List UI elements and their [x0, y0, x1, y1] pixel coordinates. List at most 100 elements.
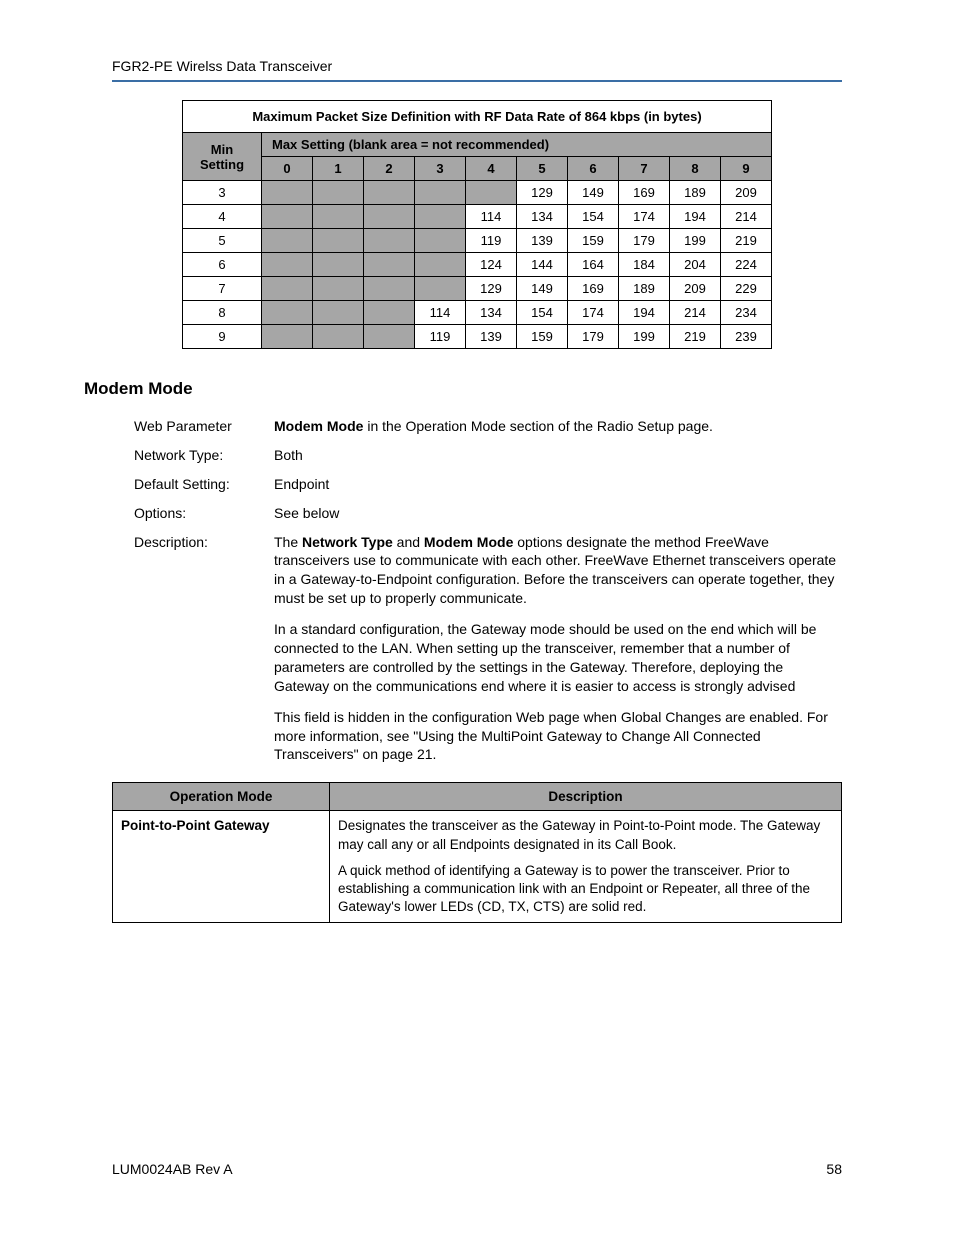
table-cell: 214 [721, 205, 772, 229]
opmode-desc-p1: Designates the transceiver as the Gatewa… [338, 817, 833, 853]
col-9: 9 [721, 157, 772, 181]
col-4: 4 [466, 157, 517, 181]
table-cell [262, 205, 313, 229]
table-cell [313, 205, 364, 229]
col-3: 3 [415, 157, 466, 181]
table-cell [262, 277, 313, 301]
table-rowlabel: 5 [183, 229, 262, 253]
table-cell: 139 [517, 229, 568, 253]
table-cell [262, 229, 313, 253]
opmode-row-desc: Designates the transceiver as the Gatewa… [330, 811, 842, 923]
table-cell: 129 [517, 181, 568, 205]
col-1: 1 [313, 157, 364, 181]
col-0: 0 [262, 157, 313, 181]
doc-header: FGR2-PE Wirelss Data Transceiver [112, 58, 842, 74]
table-cell: 199 [670, 229, 721, 253]
label-network-type: Network Type: [134, 446, 274, 465]
table-cell: 119 [415, 325, 466, 349]
table-cell: 189 [670, 181, 721, 205]
header-rule [112, 80, 842, 82]
desc-p1-b1: Network Type [302, 534, 393, 550]
table-cell: 209 [721, 181, 772, 205]
table-cell: 149 [517, 277, 568, 301]
table-cell [466, 181, 517, 205]
desc-p1-pre: The [274, 534, 302, 550]
table-rowlabel: 6 [183, 253, 262, 277]
table-cell [364, 229, 415, 253]
table-cell [313, 277, 364, 301]
table-cell: 169 [619, 181, 670, 205]
table-cell: 169 [568, 277, 619, 301]
table-cell: 114 [466, 205, 517, 229]
opmode-desc-p2: A quick method of identifying a Gateway … [338, 862, 833, 917]
opmode-row-mode: Point-to-Point Gateway [113, 811, 330, 923]
table-cell [364, 205, 415, 229]
table-cell: 159 [568, 229, 619, 253]
table-cell: 154 [517, 301, 568, 325]
table-rowlabel: 9 [183, 325, 262, 349]
desc-p3: This field is hidden in the configuratio… [274, 708, 842, 765]
table-cell [313, 325, 364, 349]
table-cell [415, 253, 466, 277]
table-cell [313, 301, 364, 325]
table-cell: 239 [721, 325, 772, 349]
table-cell: 154 [568, 205, 619, 229]
table-cell: 174 [619, 205, 670, 229]
table-cell: 234 [721, 301, 772, 325]
table-cell: 194 [670, 205, 721, 229]
operation-mode-table: Operation Mode Description Point-to-Poin… [112, 782, 842, 923]
table-cell: 209 [670, 277, 721, 301]
label-description: Description: [134, 533, 274, 765]
table-cell [262, 253, 313, 277]
min-setting-header: Min Setting [183, 133, 262, 181]
value-network-type: Both [274, 446, 842, 465]
table-cell: 204 [670, 253, 721, 277]
web-parameter-rest: in the Operation Mode section of the Rad… [363, 418, 712, 434]
opmode-header-mode: Operation Mode [113, 783, 330, 811]
table-cell: 184 [619, 253, 670, 277]
label-web-parameter: Web Parameter [134, 417, 274, 436]
table-cell: 179 [619, 229, 670, 253]
table-cell: 144 [517, 253, 568, 277]
table-cell: 129 [466, 277, 517, 301]
table-rowlabel: 8 [183, 301, 262, 325]
section-heading-modem-mode: Modem Mode [84, 379, 842, 399]
packet-table-title: Maximum Packet Size Definition with RF D… [183, 101, 772, 133]
table-cell [415, 181, 466, 205]
table-cell: 134 [517, 205, 568, 229]
opmode-header-desc: Description [330, 783, 842, 811]
table-cell: 219 [670, 325, 721, 349]
table-rowlabel: 3 [183, 181, 262, 205]
table-cell: 134 [466, 301, 517, 325]
value-default-setting: Endpoint [274, 475, 842, 494]
col-8: 8 [670, 157, 721, 181]
table-cell: 214 [670, 301, 721, 325]
web-parameter-bold: Modem Mode [274, 418, 363, 434]
table-cell [364, 301, 415, 325]
table-cell: 124 [466, 253, 517, 277]
table-cell: 219 [721, 229, 772, 253]
table-cell: 149 [568, 181, 619, 205]
table-cell [415, 229, 466, 253]
table-cell: 114 [415, 301, 466, 325]
table-cell: 189 [619, 277, 670, 301]
label-default-setting: Default Setting: [134, 475, 274, 494]
table-cell [364, 181, 415, 205]
col-6: 6 [568, 157, 619, 181]
table-cell [313, 181, 364, 205]
table-cell [415, 277, 466, 301]
table-cell: 164 [568, 253, 619, 277]
table-cell: 159 [517, 325, 568, 349]
col-2: 2 [364, 157, 415, 181]
table-rowlabel: 7 [183, 277, 262, 301]
table-cell [313, 253, 364, 277]
table-cell: 174 [568, 301, 619, 325]
table-cell [262, 181, 313, 205]
table-cell [364, 325, 415, 349]
table-cell [313, 229, 364, 253]
desc-p2: In a standard configuration, the Gateway… [274, 620, 842, 696]
table-cell: 179 [568, 325, 619, 349]
label-options: Options: [134, 504, 274, 523]
table-cell: 194 [619, 301, 670, 325]
footer-right: 58 [826, 1161, 842, 1177]
